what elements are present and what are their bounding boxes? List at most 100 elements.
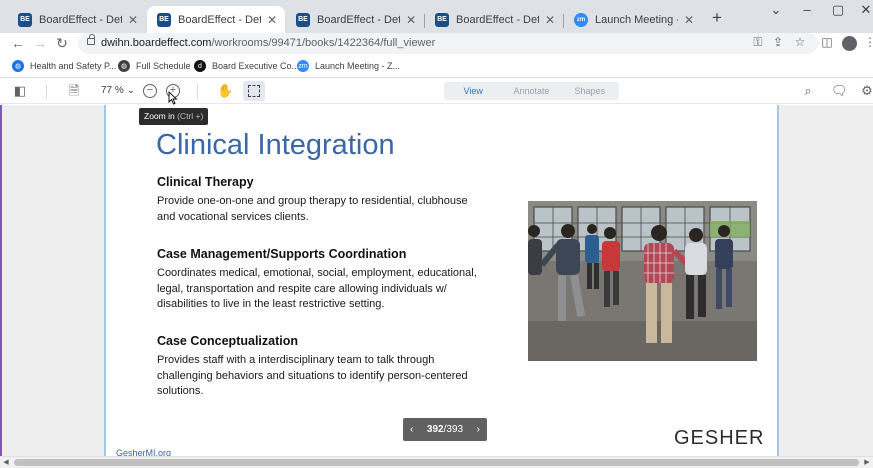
- browser-tab[interactable]: BE BoardEffect - Detroit Wa ✕: [425, 6, 563, 33]
- doc-icon: d: [194, 60, 206, 72]
- slide-page: Clinical Integration Clinical Therapy Pr…: [104, 105, 779, 456]
- bookmark-label: Full Schedule: [136, 61, 191, 71]
- selection-square-icon: [248, 85, 260, 97]
- body-line: challenging behaviors and situations to …: [157, 369, 468, 382]
- document-viewport[interactable]: Clinical Integration Clinical Therapy Pr…: [0, 105, 873, 456]
- tab-title: BoardEffect - Detroit Wa: [456, 13, 539, 26]
- zoom-out-button[interactable]: −: [143, 84, 157, 98]
- gesher-logo: GESHER: [674, 427, 765, 449]
- boardeffect-favicon: BE: [18, 12, 32, 27]
- scroll-right-icon[interactable]: ▶: [862, 457, 872, 468]
- zoom-icon: zm: [297, 60, 309, 72]
- mode-switcher: View Annotate Shapes: [444, 82, 619, 100]
- slide-title: Clinical Integration: [156, 129, 395, 161]
- menu-icon[interactable]: ⋮: [862, 35, 873, 49]
- bookmark-item[interactable]: zm Launch Meeting - Z...: [297, 60, 400, 72]
- window-left-edge: [0, 105, 2, 456]
- globe-icon: ◍: [12, 60, 24, 72]
- bookmark-item[interactable]: ◍ Full Schedule: [118, 60, 191, 72]
- sidebar-toggle-icon[interactable]: ◧: [12, 83, 28, 99]
- bookmark-item[interactable]: d Board Executive Co...: [194, 60, 299, 72]
- share-icon[interactable]: ⇪: [770, 35, 786, 49]
- globe-icon: ◍: [118, 60, 130, 72]
- scroll-left-icon[interactable]: ◀: [1, 457, 11, 468]
- new-tab-button[interactable]: +: [708, 8, 726, 28]
- tab-view[interactable]: View: [444, 82, 502, 100]
- section-body: Provide one-on-one and group therapy to …: [157, 194, 468, 225]
- page-navigator: ‹ 392/393 ›: [403, 418, 487, 441]
- footer-website-link[interactable]: GesherMI.org: [116, 448, 171, 456]
- lock-icon[interactable]: [87, 34, 95, 45]
- dance-group-photo: [528, 201, 757, 361]
- zoom-favicon: zm: [574, 12, 588, 27]
- close-tab-icon[interactable]: ✕: [682, 13, 696, 27]
- prev-page-chevron-icon[interactable]: ‹: [410, 424, 413, 435]
- minimize-icon[interactable]: –: [797, 2, 817, 17]
- bookmark-label: Health and Safety P...: [30, 61, 117, 71]
- url-host: dwihn.boardeffect.com: [101, 37, 212, 49]
- bookmark-star-icon[interactable]: ☆: [792, 35, 808, 49]
- close-window-icon[interactable]: ✕: [856, 2, 873, 18]
- settings-gear-icon[interactable]: ⚙: [859, 83, 873, 99]
- zoom-in-tooltip: Zoom in (Ctrl +): [139, 108, 209, 125]
- bookmark-label: Launch Meeting - Z...: [315, 61, 401, 71]
- tab-title: BoardEffect - Detroit Wa: [39, 13, 122, 26]
- close-tab-icon[interactable]: ✕: [126, 13, 140, 27]
- body-line: legal, transportation and respite care a…: [157, 282, 447, 295]
- browser-tab[interactable]: BE BoardEffect - Detroit Wa ✕: [286, 6, 424, 33]
- tab-search-chevron-icon[interactable]: ⌄: [766, 2, 786, 18]
- total-pages: 393: [446, 424, 464, 435]
- search-icon[interactable]: ⌕: [800, 83, 816, 99]
- body-line: and vocational services clients.: [157, 210, 309, 223]
- select-tool-button[interactable]: [243, 81, 265, 101]
- body-line: Provides staff with a interdisciplinary …: [157, 354, 435, 366]
- next-page-chevron-icon[interactable]: ›: [477, 424, 480, 435]
- browser-tab[interactable]: zm Launch Meeting - Zoom ✕: [564, 6, 702, 33]
- tooltip-shortcut: (Ctrl +): [177, 111, 204, 121]
- forward-arrow-icon[interactable]: →: [32, 34, 48, 52]
- toolbar-divider: [46, 84, 47, 99]
- boardeffect-favicon: BE: [296, 12, 310, 27]
- bookmark-item[interactable]: ◍ Health and Safety P...: [12, 60, 116, 72]
- section-body: Coordinates medical, emotional, social, …: [157, 266, 477, 313]
- page-settings-icon[interactable]: 🗎: [66, 83, 82, 99]
- boardeffect-favicon: BE: [157, 12, 171, 27]
- address-bar[interactable]: dwihn.boardeffect.com/workrooms/99471/bo…: [78, 33, 818, 54]
- maximize-icon[interactable]: ▢: [828, 2, 848, 18]
- section-body: Provides staff with a interdisciplinary …: [157, 353, 468, 400]
- close-tab-icon[interactable]: ✕: [543, 13, 557, 27]
- zoom-level-value: 77 %: [101, 85, 124, 96]
- boardeffect-favicon: BE: [435, 12, 449, 27]
- body-line: Provide one-on-one and group therapy to …: [157, 195, 468, 207]
- bookmarks-bar: ◍ Health and Safety P... ◍ Full Schedule…: [0, 56, 873, 78]
- url-path: /workrooms/99471/books/1422364/full_view…: [211, 37, 436, 49]
- scrollbar-thumb[interactable]: [14, 459, 859, 466]
- browser-tab[interactable]: BE BoardEffect - Detroit Wa ✕: [8, 6, 146, 33]
- tab-shapes[interactable]: Shapes: [561, 82, 619, 100]
- profile-avatar[interactable]: [842, 36, 857, 51]
- bookmark-label: Board Executive Co...: [212, 61, 300, 71]
- url-text[interactable]: dwihn.boardeffect.com/workrooms/99471/bo…: [101, 37, 435, 49]
- browser-toolbar: ← → ↻ dwihn.boardeffect.com/workrooms/99…: [0, 33, 873, 54]
- tab-annotate[interactable]: Annotate: [502, 82, 560, 100]
- horizontal-scrollbar[interactable]: ◀ ▶: [0, 456, 873, 468]
- section-heading: Clinical Therapy: [157, 175, 254, 189]
- body-line: disabilities to live in the least restri…: [157, 298, 385, 310]
- browser-tab-active[interactable]: BE BoardEffect - Detroit Wa ✕: [147, 6, 285, 33]
- tab-title: BoardEffect - Detroit Wa: [317, 13, 400, 26]
- current-page: 392: [426, 424, 444, 435]
- key-icon[interactable]: ⚿: [750, 35, 766, 50]
- close-tab-icon[interactable]: ✕: [265, 13, 279, 27]
- side-panel-icon[interactable]: ◫: [819, 35, 835, 49]
- comments-icon[interactable]: 🗨: [831, 83, 848, 99]
- close-tab-icon[interactable]: ✕: [404, 13, 418, 27]
- back-arrow-icon[interactable]: ←: [10, 34, 26, 52]
- pan-hand-icon[interactable]: ✋: [217, 83, 233, 99]
- section-heading: Case Conceptualization: [157, 334, 298, 348]
- reload-icon[interactable]: ↻: [54, 34, 70, 52]
- section-heading: Case Management/Supports Coordination: [157, 247, 407, 261]
- tab-strip: BE BoardEffect - Detroit Wa ✕ BE BoardEf…: [0, 0, 873, 33]
- tooltip-label: Zoom in: [144, 111, 175, 121]
- page-counter: 392/393: [427, 424, 463, 435]
- zoom-level-select[interactable]: 77 % ⌄: [101, 85, 135, 96]
